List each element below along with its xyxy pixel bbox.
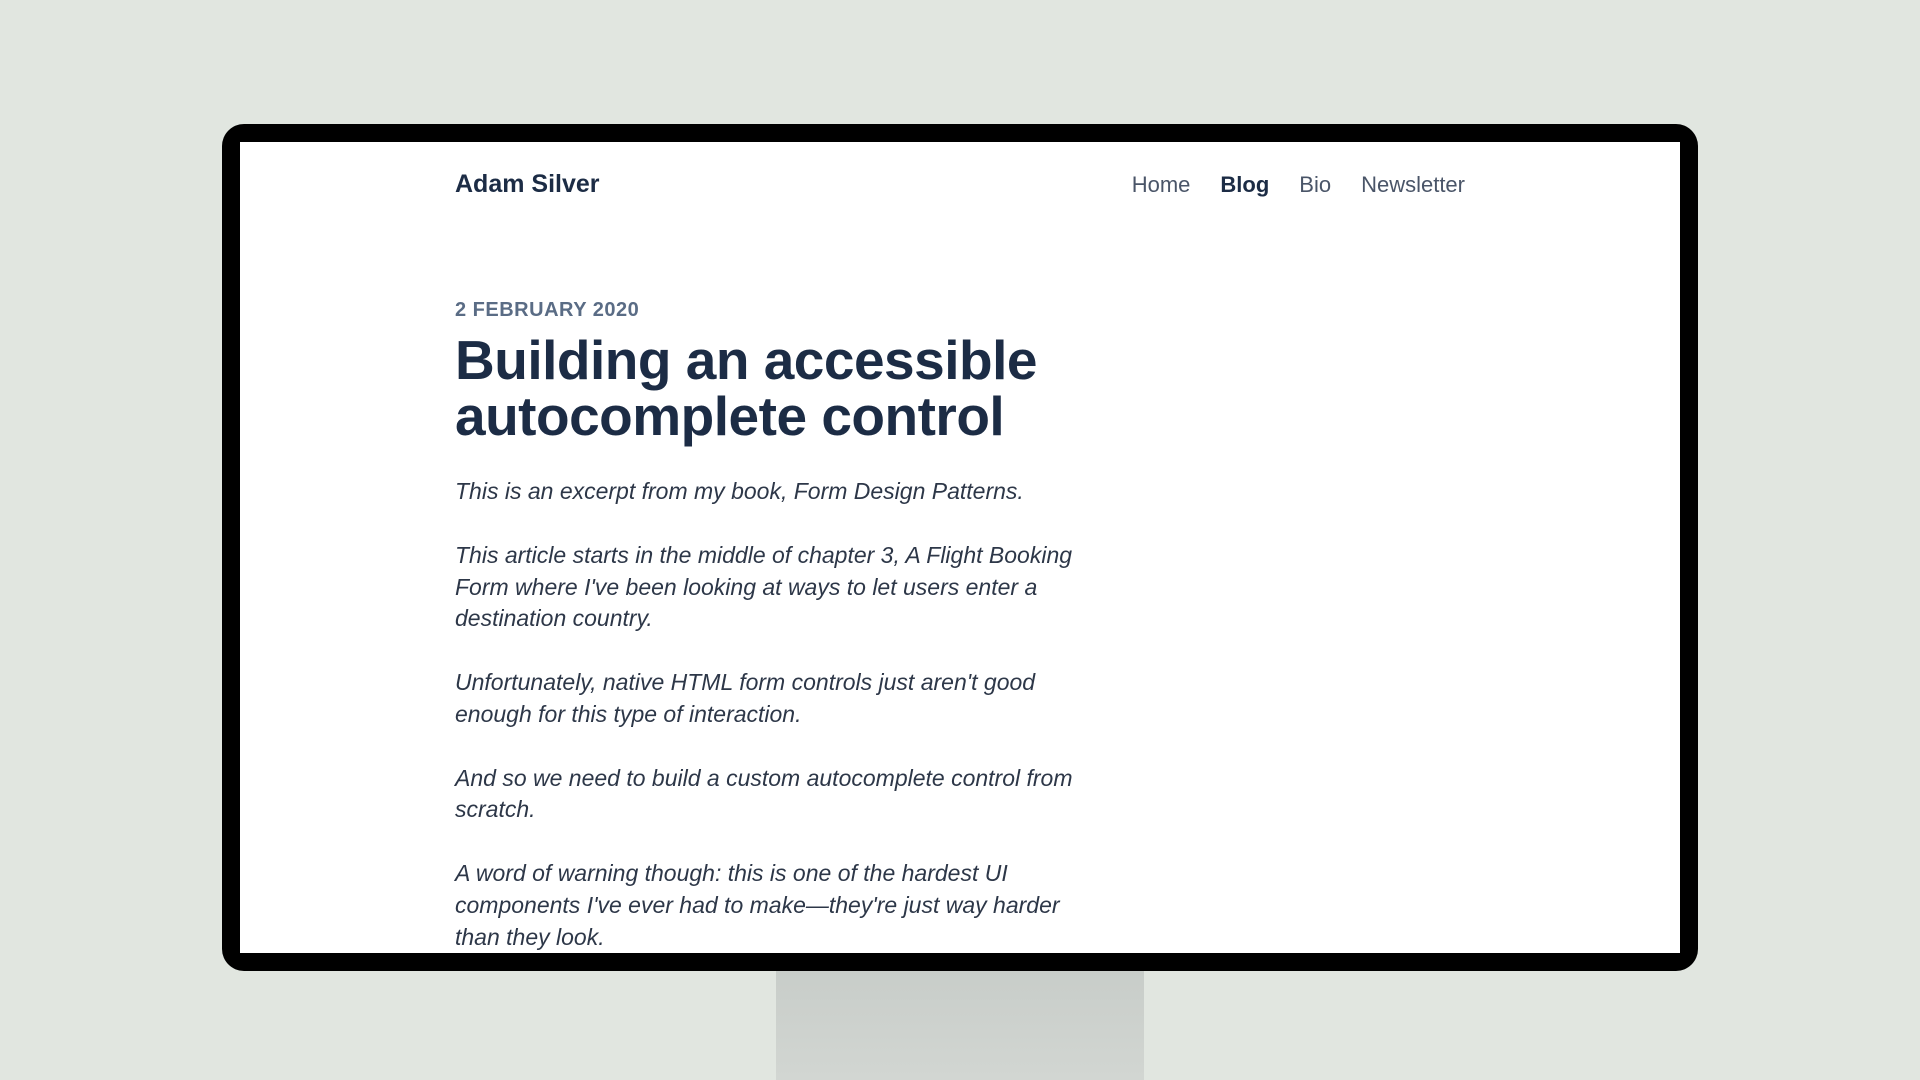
monitor-frame: Adam Silver Home Blog Bio Newsletter 2 F… <box>222 124 1698 971</box>
article-paragraph: This article starts in the middle of cha… <box>455 540 1095 635</box>
nav-link-home[interactable]: Home <box>1132 172 1191 198</box>
article-date: 2 FEBRUARY 2020 <box>455 299 1095 322</box>
article-paragraph: This is an excerpt from my book, Form De… <box>455 476 1095 508</box>
site-title[interactable]: Adam Silver <box>455 170 600 199</box>
article-paragraph: Unfortunately, native HTML form controls… <box>455 667 1095 730</box>
site-header: Adam Silver Home Blog Bio Newsletter <box>455 166 1465 199</box>
article: 2 FEBRUARY 2020 Building an accessible a… <box>455 299 1095 953</box>
article-title: Building an accessible autocomplete cont… <box>455 332 1095 444</box>
page-content: Adam Silver Home Blog Bio Newsletter 2 F… <box>240 142 1680 953</box>
article-paragraph: And so we need to build a custom autocom… <box>455 763 1095 826</box>
nav-link-bio[interactable]: Bio <box>1299 172 1331 198</box>
nav-link-blog[interactable]: Blog <box>1220 172 1269 198</box>
article-paragraph: A word of warning though: this is one of… <box>455 858 1095 953</box>
monitor-stand <box>776 971 1144 1080</box>
nav-link-newsletter[interactable]: Newsletter <box>1361 172 1465 198</box>
primary-nav: Home Blog Bio Newsletter <box>1132 172 1465 198</box>
screen-viewport: Adam Silver Home Blog Bio Newsletter 2 F… <box>240 142 1680 953</box>
